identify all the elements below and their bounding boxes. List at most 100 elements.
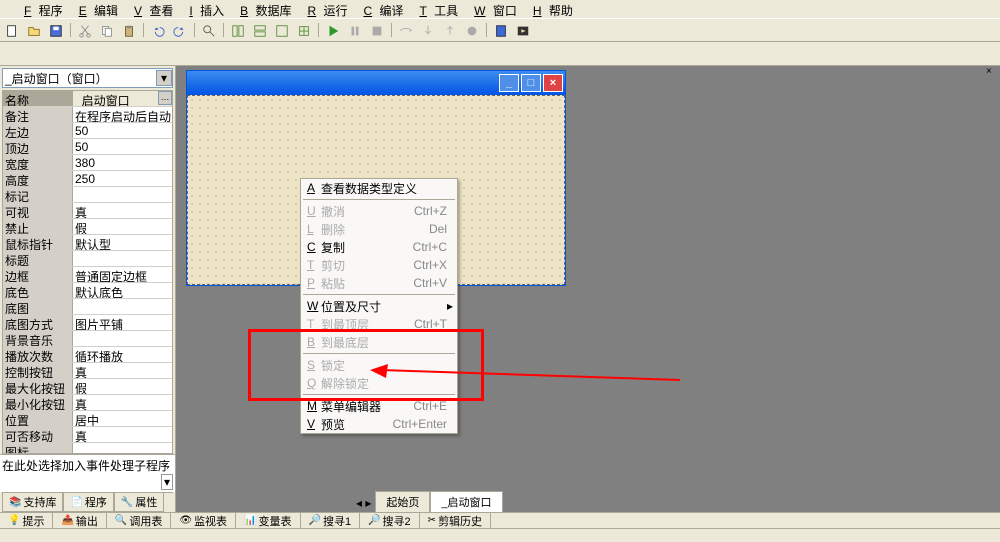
prop-row[interactable]: 名称_启动窗口… [3, 91, 172, 107]
prop-value[interactable] [73, 443, 172, 454]
left-tab[interactable]: 📄程序 [63, 493, 113, 512]
panel-close-icon[interactable]: × [986, 66, 996, 76]
tb-stepover[interactable] [396, 21, 416, 41]
prop-value[interactable]: 假 [73, 219, 172, 234]
tb-copy[interactable] [97, 21, 117, 41]
prop-row[interactable]: 顶边50 [3, 139, 172, 155]
menu-f[interactable]: F 程序 [16, 0, 67, 18]
prop-row[interactable]: 背景音乐 [3, 331, 172, 347]
menu-t[interactable]: T 工具 [411, 0, 462, 18]
tb-bp[interactable] [462, 21, 482, 41]
tb-paste[interactable] [119, 21, 139, 41]
chevron-down-icon[interactable]: ▾ [156, 70, 172, 86]
tb-stop[interactable] [367, 21, 387, 41]
status-tab[interactable]: 👁监视表 [171, 513, 236, 528]
left-tab[interactable]: 🔧属性 [114, 493, 164, 512]
prop-row[interactable]: 禁止假 [3, 219, 172, 235]
context-menu-item[interactable]: W位置及尺寸▸ [301, 297, 457, 315]
tb-run2[interactable] [513, 21, 533, 41]
tb-book[interactable] [491, 21, 511, 41]
tb-stepout[interactable] [440, 21, 460, 41]
menu-r[interactable]: R 运行 [299, 0, 351, 18]
tb-find[interactable] [199, 21, 219, 41]
menu-h[interactable]: H 帮助 [525, 0, 577, 18]
minimize-button[interactable]: _ [499, 74, 519, 92]
prop-value[interactable]: 图片平铺 [73, 315, 172, 330]
prop-value[interactable]: 380 [73, 155, 172, 170]
tb-run[interactable] [323, 21, 343, 41]
prop-value[interactable]: 真 [73, 395, 172, 410]
tb-stepin[interactable] [418, 21, 438, 41]
tb-redo[interactable] [170, 21, 190, 41]
prop-row[interactable]: 左边50 [3, 123, 172, 139]
prop-row[interactable]: 可否移动真 [3, 427, 172, 443]
prop-row[interactable]: 控制按钮真 [3, 363, 172, 379]
prop-row[interactable]: 可视真 [3, 203, 172, 219]
editor-tab[interactable]: _启动窗口 [430, 491, 502, 512]
menu-w[interactable]: W 窗口 [466, 0, 521, 18]
prop-value[interactable]: 假 [73, 379, 172, 394]
prop-row[interactable]: 底图 [3, 299, 172, 315]
prop-value[interactable] [73, 251, 172, 266]
status-tab[interactable]: 🔎搜寻2 [360, 513, 420, 528]
status-tab[interactable]: 🔎搜寻1 [301, 513, 361, 528]
tb-t1[interactable] [228, 21, 248, 41]
prop-row[interactable]: 鼠标指针默认型 [3, 235, 172, 251]
tab-nav[interactable]: ◂ ▸ [352, 494, 375, 512]
prop-row[interactable]: 边框普通固定边框 [3, 267, 172, 283]
prop-value[interactable]: 50 [73, 139, 172, 154]
context-menu-item[interactable]: C复制Ctrl+C [301, 238, 457, 256]
prop-dd[interactable]: … [158, 91, 172, 105]
prop-row[interactable]: 底图方式图片平铺 [3, 315, 172, 331]
context-menu-item[interactable]: M菜单编辑器Ctrl+E [301, 397, 457, 415]
tb-t4[interactable] [294, 21, 314, 41]
menu-e[interactable]: E 编辑 [71, 0, 122, 18]
status-tab[interactable]: 📤输出 [53, 513, 106, 528]
context-menu-item[interactable]: V预览Ctrl+Enter [301, 415, 457, 433]
prop-row[interactable]: 底色默认底色 [3, 283, 172, 299]
prop-row[interactable]: 标题 [3, 251, 172, 267]
property-grid[interactable]: 名称_启动窗口…备注在程序启动后自动左边50顶边50宽度380高度250标记可视… [2, 90, 173, 454]
prop-row[interactable]: 高度250 [3, 171, 172, 187]
tb-new[interactable] [2, 21, 22, 41]
menu-c[interactable]: C 编译 [355, 0, 407, 18]
status-tab[interactable]: 📊变量表 [236, 513, 300, 528]
tb-pause[interactable] [345, 21, 365, 41]
status-tab[interactable]: 🔍调用表 [107, 513, 171, 528]
prop-row[interactable]: 位置居中 [3, 411, 172, 427]
prop-value[interactable]: 50 [73, 123, 172, 138]
prop-value[interactable]: 真 [73, 363, 172, 378]
prop-row[interactable]: 宽度380 [3, 155, 172, 171]
prop-row[interactable]: 最小化按钮真 [3, 395, 172, 411]
editor-tab[interactable]: 起始页 [375, 491, 430, 512]
prop-value[interactable] [73, 187, 172, 202]
prop-value[interactable]: 真 [73, 427, 172, 442]
event-hint[interactable]: 在此处选择加入事件处理子程序 ▾ [0, 454, 175, 492]
prop-value[interactable]: 循环播放 [73, 347, 172, 362]
tb-t3[interactable] [272, 21, 292, 41]
prop-value[interactable] [73, 331, 172, 346]
prop-row[interactable]: 备注在程序启动后自动 [3, 107, 172, 123]
menu-b[interactable]: B 数据库 [232, 0, 295, 18]
prop-value[interactable]: 默认型 [73, 235, 172, 250]
prop-value[interactable]: 居中 [73, 411, 172, 426]
prop-value[interactable] [73, 299, 172, 314]
tb-undo[interactable] [148, 21, 168, 41]
menu-i[interactable]: I 插入 [181, 0, 228, 18]
prop-row[interactable]: 图标 [3, 443, 172, 454]
maximize-button[interactable]: □ [521, 74, 541, 92]
prop-row[interactable]: 播放次数循环播放 [3, 347, 172, 363]
object-combo[interactable]: _启动窗口（窗口） ▾ [2, 68, 173, 88]
prop-value[interactable]: _启动窗口… [73, 91, 172, 106]
prop-row[interactable]: 标记 [3, 187, 172, 203]
tb-cut[interactable] [75, 21, 95, 41]
context-menu-item[interactable]: A查看数据类型定义 [301, 179, 457, 197]
tb-open[interactable] [24, 21, 44, 41]
status-tab[interactable]: ✂剪辑历史 [420, 513, 491, 528]
tb-t2[interactable] [250, 21, 270, 41]
close-button[interactable]: × [543, 74, 563, 92]
tb-save[interactable] [46, 21, 66, 41]
prop-value[interactable]: 默认底色 [73, 283, 172, 298]
prop-value[interactable]: 在程序启动后自动 [73, 107, 172, 122]
prop-value[interactable]: 真 [73, 203, 172, 218]
